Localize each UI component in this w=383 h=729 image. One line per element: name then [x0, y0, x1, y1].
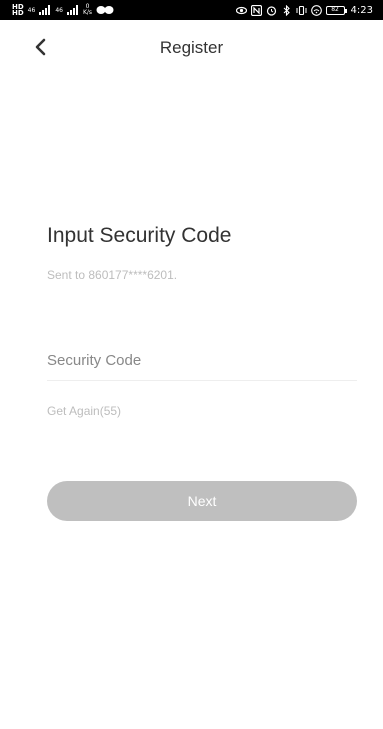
page-title: Register — [159, 38, 224, 57]
net-speed: 0 K/s — [83, 4, 92, 16]
sent-to-text: Sent to 860177****6201. — [47, 268, 178, 282]
chat-icon — [96, 6, 114, 14]
status-time: 4:23 — [350, 4, 373, 16]
header: Register — [0, 20, 383, 76]
signal-2-label: 46 — [55, 6, 63, 14]
sim-indicator: HD HD — [12, 4, 24, 17]
battery-icon: 82 — [325, 5, 347, 15]
vibrate-icon — [296, 5, 307, 15]
get-again-link[interactable]: Get Again(55) — [47, 404, 121, 418]
status-right: 82 4:23 — [235, 4, 373, 16]
wifi-icon — [310, 4, 322, 16]
battery-level: 82 — [331, 6, 339, 13]
nfc-icon — [250, 4, 262, 16]
next-button[interactable]: Next — [47, 481, 357, 521]
signal-1-label: 46 — [27, 6, 36, 14]
eye-icon — [235, 6, 247, 14]
alarm-icon — [266, 5, 276, 16]
sim-2-label: HD — [12, 9, 24, 17]
signal-bars-2-icon — [66, 5, 78, 15]
security-code-input[interactable] — [47, 340, 357, 381]
bluetooth-icon — [283, 4, 290, 16]
net-speed-unit: K/s — [82, 9, 93, 16]
status-bar: HD HD 46 46 0 K/s 82 4:23 — [0, 0, 383, 20]
section-title: Input Security Code — [47, 224, 232, 247]
signal-bars-icon — [39, 5, 51, 15]
status-left: HD HD 46 46 0 K/s — [12, 4, 114, 17]
